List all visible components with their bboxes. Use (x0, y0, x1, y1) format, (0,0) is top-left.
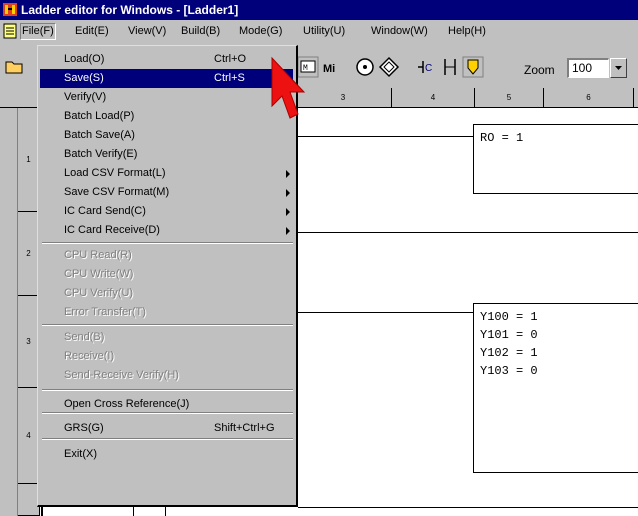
menu-build[interactable]: Build(B) (180, 23, 221, 40)
cd-icon[interactable] (354, 56, 376, 78)
menu-item-cpu-write: CPU Write(W) (40, 265, 293, 284)
menu-mode[interactable]: Mode(G) (238, 23, 283, 40)
menu-item-cpu-verify: CPU Verify(U) (40, 284, 293, 303)
menu-item-label: GRS(G) (64, 422, 104, 434)
menu-separator (42, 438, 293, 440)
zoom-dropdown-button[interactable] (610, 58, 627, 78)
menu-utility[interactable]: Utility(U) (302, 23, 346, 40)
menu-item-label: Error Transfer(T) (64, 306, 146, 318)
app-icon (3, 3, 17, 16)
menu-view[interactable]: View(V) (127, 23, 167, 40)
menu-item-ic-card-send[interactable]: IC Card Send(C) (40, 202, 293, 221)
ruler-col: 4 (392, 88, 475, 107)
menu-bar: File(F) Edit(E) View(V) Build(B) Mode(G)… (0, 20, 638, 42)
menu-item-receive: Receive(I) (40, 347, 293, 366)
menu-item-label: Load(O) (64, 53, 105, 65)
menu-item-label: Send(B) (64, 331, 105, 343)
menu-separator (42, 412, 293, 414)
menu-item-label: Send-Receive Verify(H) (64, 369, 179, 381)
svg-text:C: C (425, 63, 432, 74)
title-bar: Ladder editor for Windows - [Ladder1] (0, 0, 638, 20)
ruler-col: 5 (475, 88, 544, 107)
menu-item-label: CPU Read(R) (64, 249, 132, 261)
ruler-col: 6 (544, 88, 634, 107)
submenu-arrow-icon (286, 208, 290, 216)
menu-item-save-csv[interactable]: Save CSV Format(M) (40, 183, 293, 202)
window-title: Ladder editor for Windows - [Ladder1] (21, 3, 239, 17)
rung-wire (298, 136, 473, 137)
menu-item-error-transfer: Error Transfer(T) (40, 303, 293, 322)
submenu-arrow-icon (286, 227, 290, 235)
submenu-arrow-icon (286, 189, 290, 197)
submenu-arrow-icon (286, 170, 290, 178)
rung-wire (298, 507, 638, 508)
menu-edit[interactable]: Edit(E) (74, 23, 110, 40)
chevron-down-icon (615, 66, 622, 70)
menu-item-batch-load[interactable]: Batch Load(P) (40, 107, 293, 126)
menu-file[interactable]: File(F) (20, 23, 56, 40)
output-box[interactable]: Y100 = 1 Y101 = 0 Y102 = 1 Y103 = 0 (473, 303, 638, 473)
menu-item-label: CPU Write(W) (64, 268, 134, 280)
menu-item-label: CPU Verify(U) (64, 287, 134, 299)
menu-separator (42, 324, 293, 326)
menu-item-ic-card-receive[interactable]: IC Card Receive(D) (40, 221, 293, 240)
menu-item-shortcut: Shift+Ctrl+G (214, 422, 275, 434)
menu-item-label: Exit(X) (64, 448, 97, 460)
rung-wire (298, 232, 638, 233)
menu-item-batch-save[interactable]: Batch Save(A) (40, 126, 293, 145)
menu-item-label: Batch Verify(E) (64, 148, 138, 160)
output-box[interactable]: RO = 1 (473, 124, 638, 194)
menu-separator (42, 389, 293, 391)
menu-item-verify[interactable]: Verify(V) (40, 88, 293, 107)
menu-item-label: Receive(I) (64, 350, 115, 362)
menu-item-grs[interactable]: GRS(G) Shift+Ctrl+G (40, 419, 293, 438)
zoom-label: Zoom (524, 63, 555, 77)
contact-icon[interactable]: C (416, 56, 438, 78)
menu-separator (42, 242, 293, 244)
menu-item-save[interactable]: Save(S) Ctrl+S (40, 69, 293, 88)
menu-item-cpu-read: CPU Read(R) (40, 246, 293, 265)
svg-text:Mi: Mi (323, 63, 335, 75)
open-folder-icon[interactable] (4, 55, 26, 77)
menu-item-send: Send(B) (40, 328, 293, 347)
menu-item-batch-verify[interactable]: Batch Verify(E) (40, 145, 293, 164)
menu-help[interactable]: Help(H) (447, 23, 487, 40)
zoom-input[interactable]: 100 (567, 58, 609, 78)
pin-icon[interactable] (462, 56, 484, 78)
menu-item-send-receive-verify: Send-Receive Verify(H) (40, 366, 293, 385)
menu-item-label: Verify(V) (64, 91, 107, 103)
ruler-corner (0, 88, 41, 107)
menu-item-load[interactable]: Load(O) Ctrl+O (40, 50, 293, 69)
left-margin (0, 108, 18, 516)
menu-item-label: Save CSV Format(M) (64, 186, 170, 198)
coil-icon[interactable] (439, 56, 461, 78)
menu-item-label: Save(S) (64, 72, 104, 84)
file-menu-dropdown: Load(O) Ctrl+O Save(S) Ctrl+S Verify(V) Batch… (37, 45, 298, 507)
m-icon[interactable]: Mi (320, 56, 342, 78)
document-icon[interactable] (2, 23, 18, 39)
menu-item-exit[interactable]: Exit(X) (40, 445, 293, 464)
menu-item-label: IC Card Send(C) (64, 205, 146, 217)
rung-wire (298, 312, 473, 313)
menu-item-label: Batch Load(P) (64, 110, 135, 122)
menu-window[interactable]: Window(W) (370, 23, 429, 40)
menu-item-shortcut: Ctrl+O (214, 53, 247, 65)
disk-icon[interactable] (378, 56, 400, 78)
menu-item-label: Load CSV Format(L) (64, 167, 166, 179)
menu-item-shortcut: Ctrl+S (214, 72, 245, 84)
menu-item-load-csv[interactable]: Load CSV Format(L) (40, 164, 293, 183)
menu-item-label: Batch Save(A) (64, 129, 135, 141)
menu-item-label: IC Card Receive(D) (64, 224, 160, 236)
pointer-arrow-icon (271, 56, 306, 119)
